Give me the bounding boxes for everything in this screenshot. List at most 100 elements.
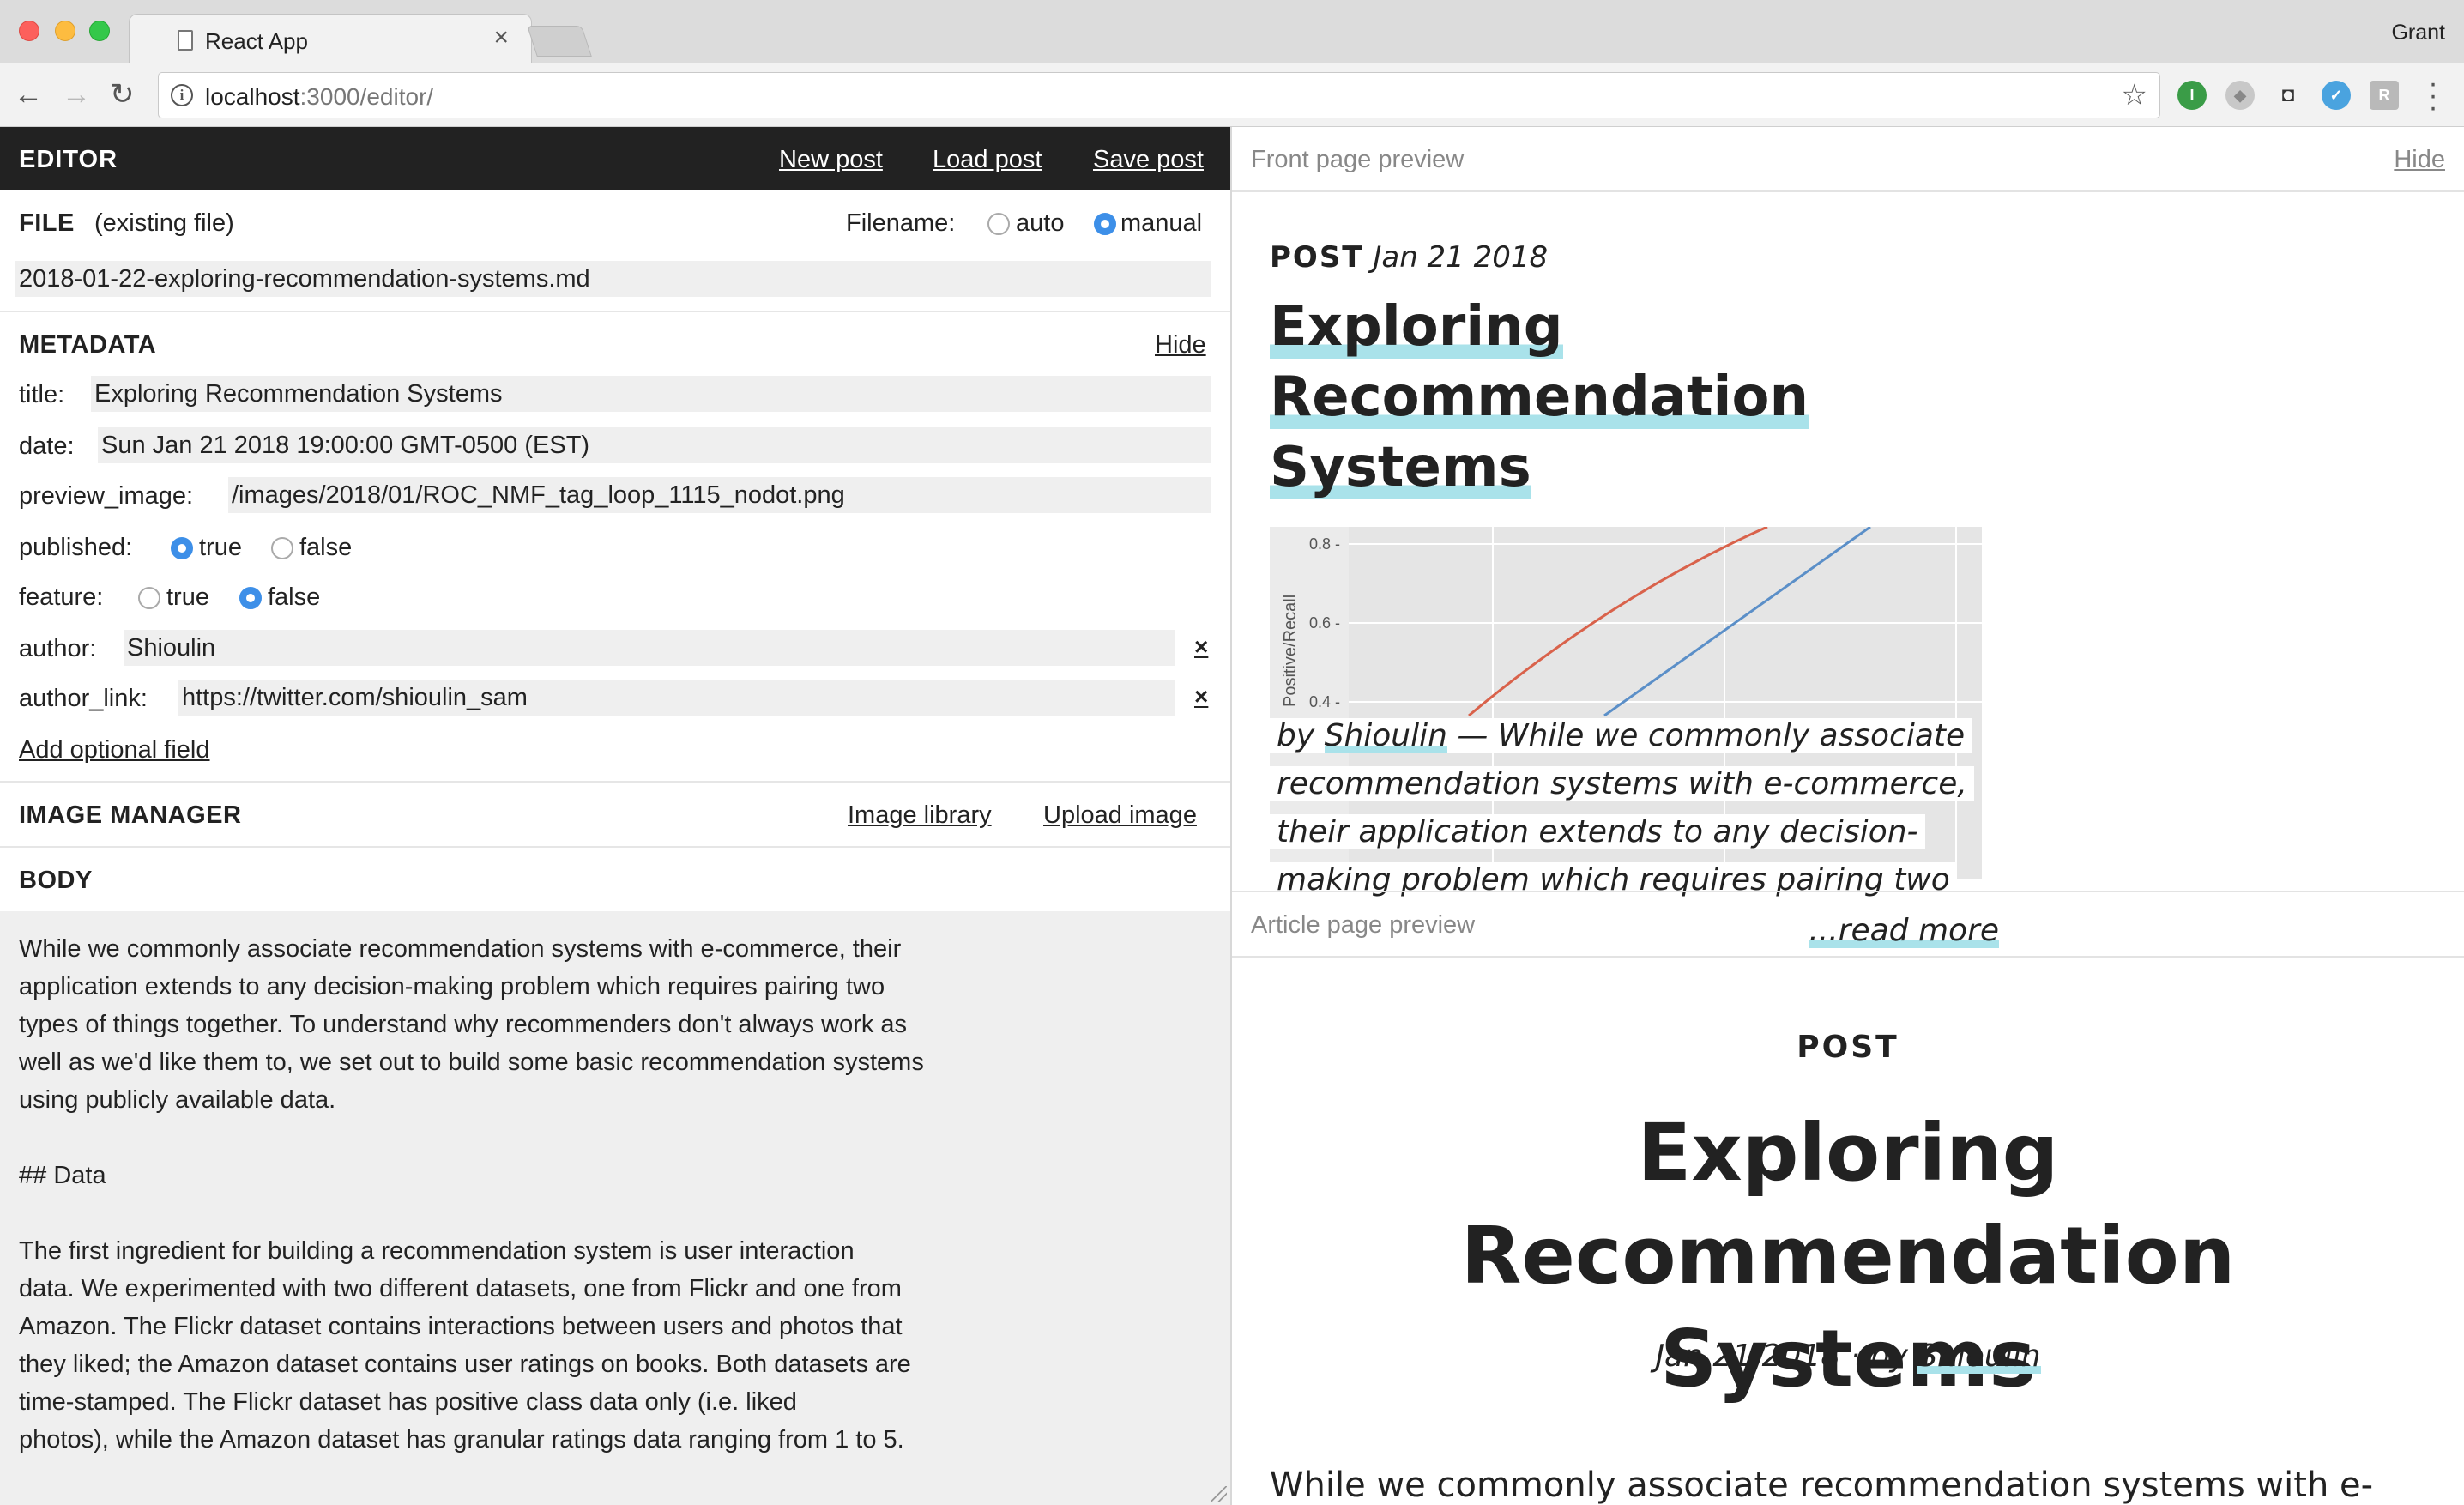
close-window-button[interactable] xyxy=(19,21,39,41)
divider xyxy=(0,311,1230,312)
divider xyxy=(1232,190,2464,192)
published-false-label: false xyxy=(299,534,353,561)
card-date: Jan 21 2018 xyxy=(1373,240,1549,275)
preview-pane: Front page preview Hide POST Jan 21 2018… xyxy=(1232,127,2464,1505)
minimize-window-button[interactable] xyxy=(55,21,75,41)
card-post-label: POST xyxy=(1270,240,1364,275)
forward-arrow-icon[interactable]: → xyxy=(62,79,91,110)
info-icon[interactable]: i xyxy=(171,84,193,106)
chart-tick-label: 0.4 - xyxy=(1309,693,1340,710)
feature-label: feature: xyxy=(19,583,104,611)
published-false-radio[interactable] xyxy=(271,537,293,559)
new-tab-button[interactable] xyxy=(527,26,592,57)
article-page-preview-label: Article page preview xyxy=(1251,911,1476,939)
address-bar[interactable]: i localhost:3000/editor/ ☆ xyxy=(158,72,2160,118)
url-path: :3000/editor/ xyxy=(299,83,434,110)
divider xyxy=(1232,891,2464,892)
date-label: date: xyxy=(19,432,75,460)
check-extension-icon[interactable]: ✓ xyxy=(2322,81,2351,110)
shield-extension-icon[interactable]: ◆ xyxy=(2225,81,2255,110)
published-true-label: true xyxy=(199,534,242,561)
feature-true-radio[interactable] xyxy=(138,587,160,609)
preview-image-input[interactable]: /images/2018/01/ROC_NMF_tag_loop_1115_no… xyxy=(228,477,1211,513)
author-link-input[interactable]: https://twitter.com/shioulin_sam xyxy=(178,680,1175,716)
divider xyxy=(0,781,1230,783)
upload-image-link[interactable]: Upload image xyxy=(1043,801,1197,830)
feature-false-radio[interactable] xyxy=(239,587,262,609)
profile-name[interactable]: Grant xyxy=(2391,21,2445,45)
remove-author-link-button[interactable]: × xyxy=(1194,683,1208,710)
front-page-preview-label: Front page preview xyxy=(1251,146,1465,173)
file-heading: FILE xyxy=(19,209,75,237)
url-text[interactable]: localhost:3000/editor/ xyxy=(205,83,433,111)
browser-tab[interactable]: React App × xyxy=(129,14,532,63)
body-text[interactable]: While we commonly associate recommendati… xyxy=(19,930,1048,1459)
published-label: published: xyxy=(19,534,133,561)
editor-pane: EDITOR New post Load post Save post FILE… xyxy=(0,127,1230,1505)
filename-input[interactable]: 2018-01-22-exploring-recommendation-syst… xyxy=(15,261,1211,297)
body-heading: BODY xyxy=(19,867,93,894)
editor-title: EDITOR xyxy=(19,146,118,173)
image-library-link[interactable]: Image library xyxy=(848,801,992,830)
card-title[interactable]: Exploring Recommendation Systems xyxy=(1270,292,1990,503)
add-optional-field-link[interactable]: Add optional field xyxy=(19,736,210,765)
r-extension-icon[interactable]: R xyxy=(2370,81,2399,110)
new-post-button[interactable]: New post xyxy=(779,146,883,174)
card-title-line1[interactable]: Exploring xyxy=(1270,295,1563,359)
reload-icon[interactable]: ↻ xyxy=(110,79,135,110)
back-arrow-icon[interactable]: ← xyxy=(14,79,43,110)
file-status: (existing file) xyxy=(94,209,234,237)
article-body: While we commonly associate recommendati… xyxy=(1270,1466,2374,1505)
editor-header: EDITOR New post Load post Save post xyxy=(0,127,1230,190)
browser-menu-icon[interactable]: · · · xyxy=(2425,69,2442,122)
load-post-button[interactable]: Load post xyxy=(933,146,1042,174)
date-input[interactable]: Sun Jan 21 2018 19:00:00 GMT-0500 (EST) xyxy=(98,427,1211,463)
extension-icon[interactable]: I xyxy=(2177,81,2207,110)
tab-close-icon[interactable]: × xyxy=(493,23,509,52)
published-true-radio[interactable] xyxy=(171,537,193,559)
card-title-line2[interactable]: Recommendation Systems xyxy=(1270,366,1809,499)
browser-tab-bar: React App × Grant xyxy=(0,0,2464,63)
feature-false-label: false xyxy=(268,583,321,611)
post-card: POST Jan 21 2018 Exploring Recommendatio… xyxy=(1270,232,1999,970)
title-label: title: xyxy=(19,381,65,408)
url-host: localhost xyxy=(205,83,300,110)
remove-author-button[interactable]: × xyxy=(1194,633,1208,661)
divider xyxy=(0,846,1230,848)
article-kicker: POST xyxy=(1797,1030,1899,1065)
article-meta: Jan 21 2018 · by Shioulin xyxy=(1232,1339,2464,1374)
tab-title: React App xyxy=(205,28,308,54)
preview-hide-link[interactable]: Hide xyxy=(2394,146,2445,174)
metadata-hide-link[interactable]: Hide xyxy=(1155,331,1206,360)
camera-extension-icon[interactable]: ◘ xyxy=(2274,81,2303,110)
maximize-window-button[interactable] xyxy=(89,21,110,41)
bookmark-star-icon[interactable]: ☆ xyxy=(2122,78,2147,112)
card-kicker: POST Jan 21 2018 xyxy=(1270,240,1548,275)
filename-manual-radio[interactable] xyxy=(1094,213,1116,235)
metadata-heading: METADATA xyxy=(19,331,157,359)
filename-manual-label: manual xyxy=(1120,209,1203,237)
author-label: author: xyxy=(19,635,97,662)
chart-tick-label: 0.8 - xyxy=(1309,535,1340,553)
resize-handle-icon[interactable] xyxy=(1211,1486,1227,1502)
document-icon xyxy=(178,30,193,51)
preview-image-label: preview_image: xyxy=(19,482,194,510)
image-manager-heading: IMAGE MANAGER xyxy=(19,801,242,829)
article-author-link[interactable]: Shioulin xyxy=(1917,1339,2041,1374)
card-author-link[interactable]: Shioulin xyxy=(1324,718,1447,753)
chart-ylabel: Positive/Recall xyxy=(1281,595,1300,707)
title-input[interactable]: Exploring Recommendation Systems xyxy=(91,376,1211,412)
filename-auto-label: auto xyxy=(1016,209,1065,237)
author-input[interactable]: Shioulin xyxy=(124,630,1175,666)
chart-tick-label: 0.6 - xyxy=(1309,614,1340,632)
save-post-button[interactable]: Save post xyxy=(1093,146,1204,174)
read-more-link[interactable]: ...read more xyxy=(1809,913,1999,948)
feature-true-label: true xyxy=(166,583,209,611)
browser-toolbar: ← → ↻ i localhost:3000/editor/ ☆ I ◆ ◘ ✓… xyxy=(0,63,2464,127)
divider xyxy=(1232,956,2464,958)
article-by: by xyxy=(1869,1339,1908,1374)
article-date: Jan 21 2018 · xyxy=(1655,1339,1861,1374)
body-textarea[interactable]: While we commonly associate recommendati… xyxy=(0,911,1230,1505)
filename-auto-radio[interactable] xyxy=(987,213,1010,235)
filename-label: Filename: xyxy=(846,209,956,237)
